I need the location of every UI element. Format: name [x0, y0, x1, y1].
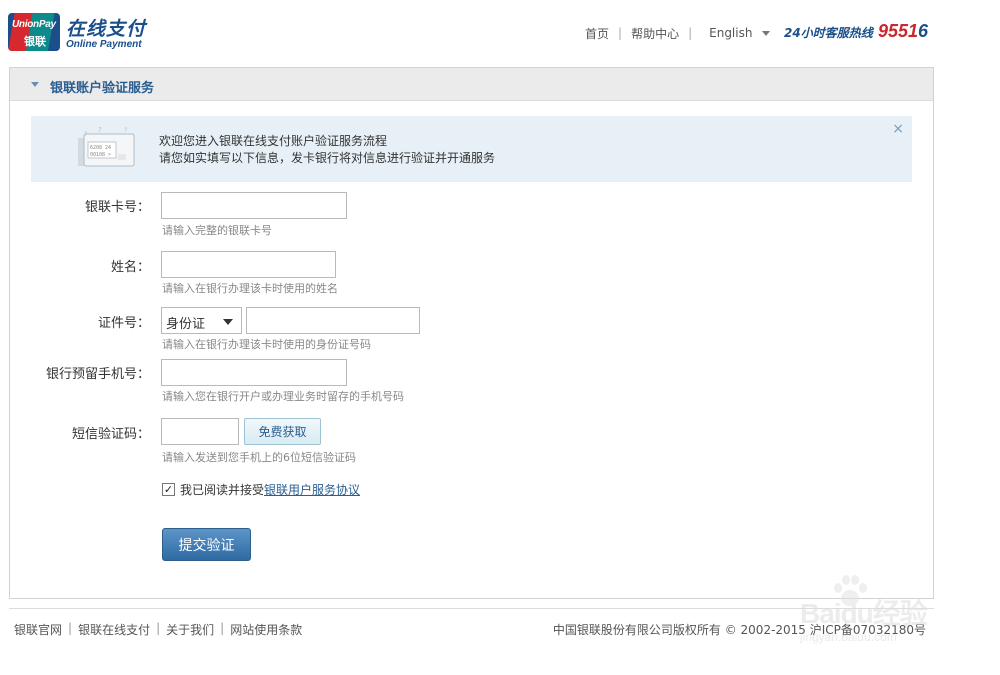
id-number-input[interactable] [246, 307, 420, 334]
checkmark-icon: ✓ [163, 483, 174, 496]
footer-separator: | [220, 621, 225, 635]
agree-checkbox[interactable]: ✓ [162, 483, 175, 496]
card-number-label: 银联卡号： [84, 200, 150, 215]
bank-card-icon: 6208 24 00108 > ? ? ? [78, 126, 135, 167]
panel-header[interactable]: 银联账户验证服务 [10, 68, 933, 101]
sms-code-input[interactable] [161, 418, 239, 445]
card-question-mark: ? [84, 131, 87, 138]
page-header: UnionPay 银联 在线支付 Online Payment 首页 | 帮助中… [0, 0, 1000, 60]
hotline-number: 95516 [878, 21, 928, 42]
id-label: 证件号： [97, 316, 150, 331]
agree-label: 我已阅读并接受 [180, 483, 265, 497]
nav-help-link[interactable]: 帮助中心 [631, 25, 679, 42]
sms-label: 短信验证码： [71, 427, 150, 442]
chevron-down-icon [762, 30, 771, 36]
phone-input[interactable] [161, 359, 347, 386]
name-input[interactable] [161, 251, 336, 278]
user-agreement-link[interactable]: 银联用户服务协议 [264, 483, 360, 497]
name-hint: 请输入在银行办理该卡时使用的姓名 [162, 282, 338, 295]
close-icon[interactable]: × [892, 121, 904, 137]
phone-hint: 请输入您在银行开户或办理业务时留存的手机号码 [162, 390, 404, 403]
footer-link-online-payment[interactable]: 银联在线支付 [78, 621, 150, 638]
nav-separator: | [688, 26, 693, 40]
logo-text-bottom: 银联 [24, 35, 46, 48]
brand-title: 在线支付 [66, 18, 147, 40]
card-number-input[interactable] [161, 192, 347, 219]
footer-divider [9, 608, 934, 609]
hotline-label: 24小时客服热线 [784, 26, 873, 40]
language-selector[interactable]: English [709, 26, 774, 40]
card-number-text: 6208 24 [90, 145, 111, 151]
nav-separator: | [618, 26, 623, 40]
agree-text: 我已阅读并接受银联用户服务协议 [180, 481, 360, 498]
hotline-number-end: 6 [918, 21, 929, 41]
language-label: English [709, 26, 753, 40]
welcome-notice: 6208 24 00108 > ? ? ? 欢迎您进入银联在线支付账户验证服务流… [31, 116, 912, 182]
footer-link-terms[interactable]: 网站使用条款 [230, 621, 302, 638]
notice-line-2: 请您如实填写以下信息，发卡银行将对信息进行验证并开通服务 [159, 151, 496, 165]
watermark-url: jingyan.baidu.com [800, 630, 897, 644]
card-number-hint: 请输入完整的银联卡号 [162, 224, 272, 237]
submit-verification-button[interactable]: 提交验证 [162, 528, 251, 561]
footer-link-about[interactable]: 关于我们 [166, 621, 214, 638]
id-hint: 请输入在银行办理该卡时使用的身份证号码 [162, 338, 371, 351]
nav-home-link[interactable]: 首页 [585, 25, 609, 42]
panel-title: 银联账户验证服务 [50, 81, 155, 96]
get-sms-code-button[interactable]: 免费获取 [244, 418, 321, 445]
footer-link-unionpay[interactable]: 银联官网 [14, 621, 62, 638]
sms-hint: 请输入发送到您手机上的6位短信验证码 [162, 451, 356, 464]
watermark-text: Baidu经验 [800, 598, 928, 629]
card-question-mark: ? [124, 127, 127, 134]
name-label: 姓名： [110, 260, 150, 275]
baidu-watermark: Baidu经验 jingyan.baidu.com [800, 568, 960, 658]
unionpay-logo[interactable]: UnionPay 银联 [8, 13, 60, 51]
footer-links: 银联官网 | 银联在线支付 | 关于我们 | 网站使用条款 [14, 621, 302, 638]
chevron-down-icon [223, 319, 233, 325]
card-code-text: 00108 > [90, 152, 111, 158]
verification-panel: 银联账户验证服务 6208 24 00108 > ? ? ? 欢迎您进入银联在线… [9, 67, 934, 599]
id-type-select[interactable]: 身份证 [161, 307, 242, 334]
id-type-value: 身份证 [166, 317, 206, 332]
top-nav: 首页 | 帮助中心 | English [585, 24, 774, 42]
footer-separator: | [156, 621, 161, 635]
phone-label: 银行预留手机号： [45, 367, 150, 382]
card-question-mark: ? [98, 126, 102, 134]
hotline-number-main: 9551 [878, 21, 919, 41]
brand-subtitle: Online Payment [66, 39, 142, 50]
collapse-arrow-icon [31, 82, 39, 87]
logo-text-top: UnionPay [12, 19, 56, 30]
notice-line-1: 欢迎您进入银联在线支付账户验证服务流程 [159, 134, 388, 148]
footer-separator: | [68, 621, 73, 635]
